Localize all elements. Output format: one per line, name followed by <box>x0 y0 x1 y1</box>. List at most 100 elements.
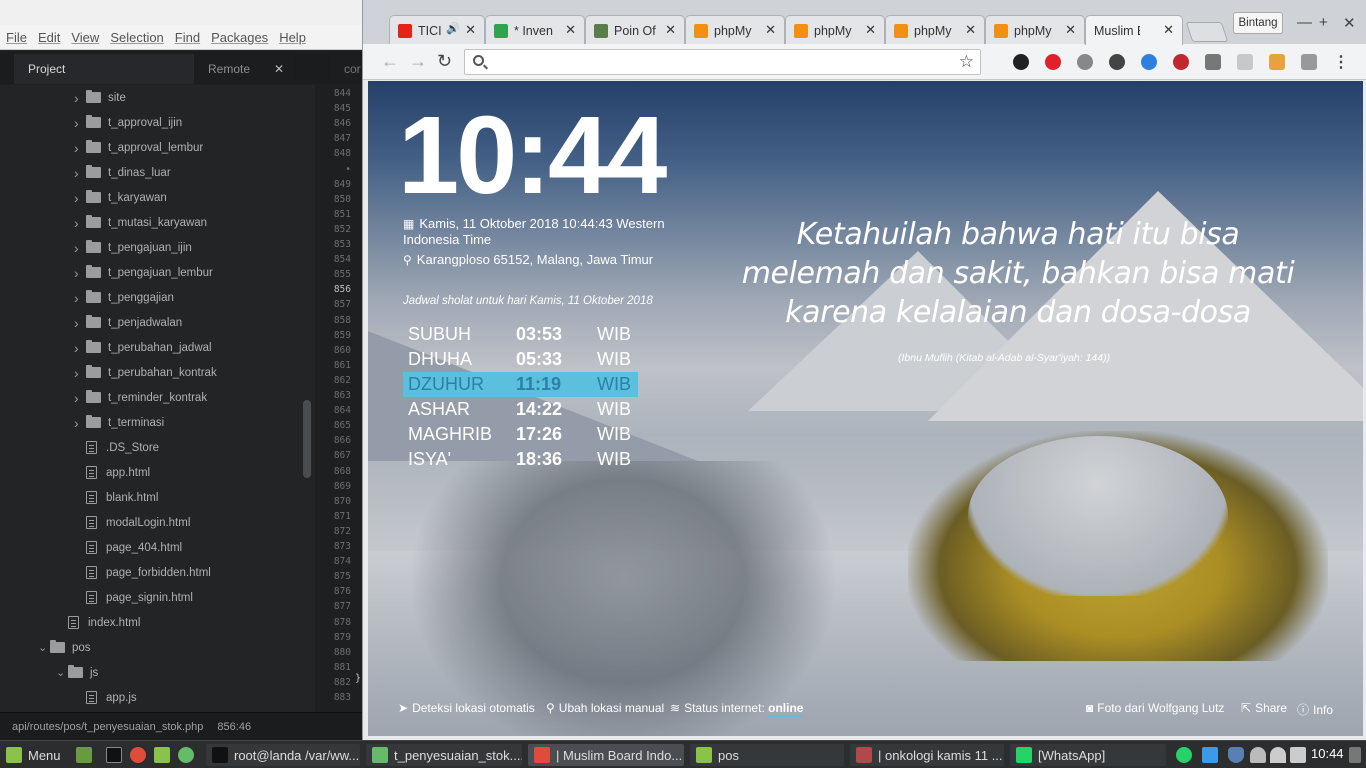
close-tab-icon[interactable]: ✕ <box>865 22 876 38</box>
tree-folder[interactable]: ⌄ pos <box>38 635 91 660</box>
profile-button[interactable]: Bintang <box>1233 12 1283 34</box>
browser-tab[interactable]: Poin Of ✕ <box>585 15 685 45</box>
tray-network[interactable] <box>1270 744 1292 766</box>
tray-user[interactable] <box>1250 744 1272 766</box>
menu-edit[interactable]: Edit <box>38 30 60 45</box>
menu-find[interactable]: Find <box>175 30 200 45</box>
camera-extension-icon[interactable] <box>1013 54 1029 70</box>
audio-playing-icon[interactable]: 🔊 <box>446 22 460 35</box>
files-launcher[interactable] <box>154 744 176 766</box>
tray-shield[interactable] <box>1228 744 1250 766</box>
tree-folder[interactable]: › t_reminder_kontrak <box>74 385 207 410</box>
browser-tab[interactable]: phpMy ✕ <box>785 15 885 45</box>
tree-folder[interactable]: › t_approval_lembur <box>74 135 203 160</box>
browser-tab[interactable]: Muslim Boa ✕ <box>1085 15 1183 45</box>
auto-location-link[interactable]: ➤ Deteksi lokasi otomatis <box>398 701 535 715</box>
tree-folder[interactable]: › t_terminasi <box>74 410 164 435</box>
taskbar-window-button[interactable]: | Muslim Board Indo... <box>528 744 684 766</box>
close-tab-icon[interactable]: ✕ <box>565 22 576 38</box>
taskbar-window-button[interactable]: [WhatsApp] <box>1010 744 1166 766</box>
tray-whatsapp[interactable] <box>1176 744 1198 766</box>
tray-dropbox[interactable] <box>1202 744 1224 766</box>
tree-file[interactable]: .DS_Store <box>74 435 159 460</box>
tree-file[interactable]: app.js <box>74 685 137 710</box>
tree-folder[interactable]: › t_approval_ijin <box>74 110 182 135</box>
reload-icon[interactable]: ↻ <box>437 51 452 72</box>
browser-tab[interactable]: TICI 🔊 ✕ <box>389 15 485 45</box>
tree-file[interactable]: modalLogin.html <box>74 510 190 535</box>
chrome-launcher[interactable] <box>130 744 152 766</box>
tree-scrollbar[interactable] <box>303 400 311 478</box>
tree-folder[interactable]: › t_pengajuan_lembur <box>74 260 213 285</box>
taskbar-window-button[interactable]: t_penyesuaian_stok.... <box>366 744 522 766</box>
browser-tab[interactable]: * Inven ✕ <box>485 15 585 45</box>
tree-file[interactable]: index.html <box>56 610 140 635</box>
opera-extension-icon[interactable] <box>1045 54 1061 70</box>
menu-dots-icon[interactable]: ⋮ <box>1333 52 1349 72</box>
function-extension-icon[interactable] <box>1077 54 1093 70</box>
tab-project[interactable]: Project <box>14 54 194 84</box>
menu-file[interactable]: File <box>6 30 27 45</box>
minimize-icon[interactable]: — <box>1297 14 1312 31</box>
tray-volume[interactable] <box>1290 744 1312 766</box>
browser-tab[interactable]: phpMy ✕ <box>885 15 985 45</box>
manual-location-link[interactable]: ⚲ Ubah lokasi manual <box>546 701 664 715</box>
share-link[interactable]: ⇱ Share <box>1241 701 1287 715</box>
wrench-extension-icon[interactable] <box>1205 54 1221 70</box>
photo-credit-link[interactable]: ◙ Foto dari Wolfgang Lutz <box>1086 701 1224 715</box>
tree-file[interactable]: page_forbidden.html <box>74 560 211 585</box>
menu-help[interactable]: Help <box>279 30 306 45</box>
browser-tab[interactable]: phpMy ✕ <box>985 15 1085 45</box>
browser-tab[interactable]: phpMy ✕ <box>685 15 785 45</box>
status-file-path[interactable]: api/routes/pos/t_penyesuaian_stok.php <box>12 721 203 733</box>
tray-power[interactable] <box>1349 744 1366 766</box>
show-desktop-launcher[interactable] <box>76 744 98 766</box>
address-input[interactable] <box>493 53 943 71</box>
address-bar[interactable]: ☆ <box>464 49 981 75</box>
forward-icon[interactable]: → <box>409 51 427 72</box>
tree-folder[interactable]: › t_perubahan_jadwal <box>74 335 212 360</box>
terminal-launcher[interactable] <box>106 744 128 766</box>
tree-folder[interactable]: › t_pengajuan_ijin <box>74 235 192 260</box>
close-tab-icon[interactable]: ✕ <box>1065 22 1076 38</box>
taskbar-window-button[interactable]: pos <box>690 744 844 766</box>
tree-file[interactable]: page_404.html <box>74 535 182 560</box>
menu-packages[interactable]: Packages <box>211 30 268 45</box>
start-menu-button[interactable]: Menu <box>6 744 61 766</box>
tree-folder[interactable]: ⌄ js <box>56 660 98 685</box>
tree-folder[interactable]: › t_perubahan_kontrak <box>74 360 217 385</box>
google-extension-icon[interactable] <box>1141 54 1157 70</box>
tree-folder[interactable]: › t_penjadwalan <box>74 310 182 335</box>
back-icon[interactable]: ← <box>381 51 399 72</box>
tree-folder[interactable]: › t_mutasi_karyawan <box>74 210 207 235</box>
controller-extension-icon[interactable] <box>1301 54 1317 70</box>
taskbar-window-button[interactable]: root@landa /var/ww... <box>206 744 360 766</box>
tree-folder[interactable]: › t_dinas_luar <box>74 160 171 185</box>
atom-launcher[interactable] <box>178 744 200 766</box>
eyedropper-extension-icon[interactable] <box>1109 54 1125 70</box>
new-tab-button[interactable] <box>1185 22 1229 42</box>
tray-clock[interactable]: 10:44 <box>1311 746 1344 761</box>
tree-folder[interactable]: › site <box>74 85 126 110</box>
bookmark-star-icon[interactable]: ☆ <box>959 52 974 72</box>
seo-extension-icon[interactable] <box>1173 54 1189 70</box>
close-tab-icon[interactable]: ✕ <box>465 22 476 38</box>
menu-view[interactable]: View <box>71 30 99 45</box>
close-tab-icon[interactable]: ✕ <box>1163 22 1174 38</box>
close-tab-icon[interactable]: ✕ <box>665 22 676 38</box>
tool-extension-icon[interactable] <box>1269 54 1285 70</box>
triangle-extension-icon[interactable] <box>1237 54 1253 70</box>
close-tab-icon[interactable]: ✕ <box>965 22 976 38</box>
menu-selection[interactable]: Selection <box>110 30 163 45</box>
tree-file[interactable]: blank.html <box>74 485 158 510</box>
maximize-icon[interactable]: + <box>1319 14 1328 31</box>
tab-remote[interactable]: Remote ✕ <box>194 54 294 84</box>
close-window-icon[interactable]: ✕ <box>1343 14 1356 32</box>
tree-file[interactable]: page_signin.html <box>74 585 193 610</box>
taskbar-window-button[interactable]: | onkologi kamis 11 ... <box>850 744 1004 766</box>
tree-folder[interactable]: › t_penggajian <box>74 285 174 310</box>
close-icon[interactable]: ✕ <box>274 62 284 76</box>
status-cursor-position[interactable]: 856:46 <box>217 721 251 733</box>
tree-file[interactable]: app.html <box>74 460 150 485</box>
close-tab-icon[interactable]: ✕ <box>765 22 776 38</box>
